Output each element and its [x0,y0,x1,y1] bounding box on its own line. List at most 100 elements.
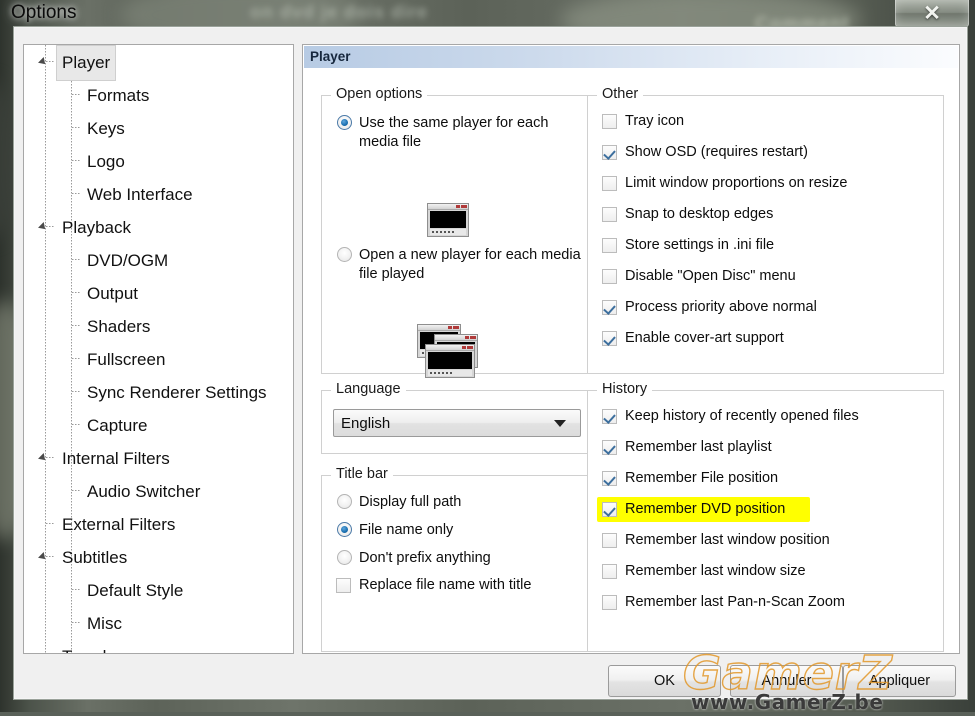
checkbox-snap-to-desktop-edges[interactable]: Snap to desktop edges [602,205,773,224]
tree-item-label: Web Interface [87,185,193,204]
tree-item-playback[interactable]: Playback [24,210,293,243]
tree-item-player[interactable]: Player [24,45,293,81]
checkbox-indicator [602,471,617,486]
expand-arrow-icon[interactable] [38,453,48,463]
checkbox-remember-last-playlist[interactable]: Remember last playlist [602,438,772,457]
checkbox-enable-cover-art-support[interactable]: Enable cover-art support [602,329,784,348]
checkbox-label: Snap to desktop edges [625,206,774,222]
tree-item-logo[interactable]: Logo [24,144,293,177]
radio-display-full-path[interactable]: Display full path [337,493,461,512]
multiple-player-windows-icon [417,324,487,378]
tree-item-label: Tweaks [56,639,126,653]
tree-item-capture[interactable]: Capture [24,408,293,441]
checkbox-label: Keep history of recently opened files [625,408,859,424]
tree-item-internal-filters[interactable]: Internal Filters [24,441,293,474]
language-selected-value: English [341,414,391,432]
checkbox-keep-history-of-recently-opened-files[interactable]: Keep history of recently opened files [602,407,859,426]
checkbox-disable-open-disc-menu[interactable]: Disable "Open Disc" menu [602,267,796,286]
radio-label: Display full path [359,494,462,510]
tree-item-output[interactable]: Output [24,276,293,309]
checkbox-indicator [602,238,617,253]
tree-item-label: Internal Filters [62,449,170,468]
tree-item-label: Sync Renderer Settings [87,383,267,402]
checkbox-remember-dvd-position[interactable]: Remember DVD position [602,500,785,519]
checkbox-store-settings-in-ini-file[interactable]: Store settings in .ini file [602,236,774,255]
radio-indicator [337,115,352,130]
tree-item-dvd-ogm[interactable]: DVD/OGM [24,243,293,276]
cancel-button[interactable]: Annuler [730,665,843,697]
tree-guide-tick [46,457,55,458]
tree-guide-tick [72,358,81,359]
radio-file-name-only[interactable]: File name only [337,521,453,540]
tree-item-label: Audio Switcher [87,482,201,501]
checkbox-replace-file-name-with-title[interactable]: Replace file name with title [336,576,531,595]
apply-button-label: Appliquer [868,673,931,689]
radio-dont-prefix-anything[interactable]: Don't prefix anything [337,549,491,568]
checkbox-label: Remember last Pan-n-Scan Zoom [625,594,845,610]
tree-item-formats[interactable]: Formats [24,78,293,111]
checkbox-label: Remember last playlist [625,439,772,455]
checkbox-indicator [602,564,617,579]
checkbox-indicator [602,595,617,610]
tree-guide-tick [46,226,55,227]
checkbox-indicator [602,440,617,455]
language-legend: Language [331,381,406,397]
checkbox-indicator [602,145,617,160]
language-select[interactable]: English [333,409,581,437]
tree-item-label: DVD/OGM [87,251,169,270]
checkbox-label: Disable "Open Disc" menu [625,268,796,284]
radio-label: Use the same player for each media file [359,115,549,150]
tree-item-label: Formats [87,86,150,105]
tree-item-misc[interactable]: Misc [24,606,293,639]
expand-arrow-icon[interactable] [38,222,48,232]
tree-item-sync-renderer-settings[interactable]: Sync Renderer Settings [24,375,293,408]
tree-item-shaders[interactable]: Shaders [24,309,293,342]
tree-item-label: Shaders [87,317,151,336]
checkbox-label: Store settings in .ini file [625,237,775,253]
checkbox-remember-last-pan-n-scan-zoom[interactable]: Remember last Pan-n-Scan Zoom [602,593,845,612]
tree-item-fullscreen[interactable]: Fullscreen [24,342,293,375]
tree-item-external-filters[interactable]: External Filters [24,507,293,540]
expand-arrow-icon[interactable] [38,552,48,562]
history-group: History Keep history of recently opened … [587,381,944,652]
open-options-legend: Open options [331,86,428,102]
checkbox-indicator [602,533,617,548]
checkbox-remember-file-position[interactable]: Remember File position [602,469,778,488]
tree-item-web-interface[interactable]: Web Interface [24,177,293,210]
checkbox-indicator [602,300,617,315]
settings-tree[interactable]: Player Formats Keys Logo Web Interface Playba… [23,44,294,654]
checkbox-remember-last-window-position[interactable]: Remember last window position [602,531,830,550]
close-button[interactable]: ✕ [895,0,969,27]
checkbox-label: Replace file name with title [359,577,532,593]
tree-guide-tick [72,127,81,128]
page-title: Player [304,46,958,68]
expand-arrow-icon[interactable] [38,57,48,67]
ok-button-label: OK [654,673,675,689]
title-bar-legend: Title bar [331,466,393,482]
tree-item-tweaks[interactable]: Tweaks [24,639,293,653]
tree-guide-tick [46,61,55,62]
tree-item-subtitles[interactable]: Subtitles [24,540,293,573]
radio-open-new-player[interactable]: Open a new player for each media file pl… [337,246,582,284]
checkbox-process-priority-above-normal[interactable]: Process priority above normal [602,298,817,317]
tree-item-audio-switcher[interactable]: Audio Switcher [24,474,293,507]
tree-item-default-style[interactable]: Default Style [24,573,293,606]
checkbox-remember-last-window-size[interactable]: Remember last window size [602,562,806,581]
tree-item-label: Capture [87,416,148,435]
tree-guide-tick [72,160,81,161]
checkbox-tray-icon[interactable]: Tray icon [602,112,684,131]
tree-item-keys[interactable]: Keys [24,111,293,144]
apply-button[interactable]: Appliquer [843,665,956,697]
checkbox-label: Process priority above normal [625,299,817,315]
radio-label: File name only [359,522,454,538]
tree-item-label: Fullscreen [87,350,166,369]
checkbox-limit-window-proportions-on-resize[interactable]: Limit window proportions on resize [602,174,847,193]
checkbox-label: Limit window proportions on resize [625,175,848,191]
checkbox-show-osd-requires-restart[interactable]: Show OSD (requires restart) [602,143,808,162]
tree-guide-tick [72,622,81,623]
tree-guide-tick [46,523,55,524]
tree-item-label: Misc [87,614,122,633]
ok-button[interactable]: OK [608,665,721,697]
radio-label: Open a new player for each media file pl… [359,247,581,282]
radio-use-same-player[interactable]: Use the same player for each media file [337,114,577,152]
